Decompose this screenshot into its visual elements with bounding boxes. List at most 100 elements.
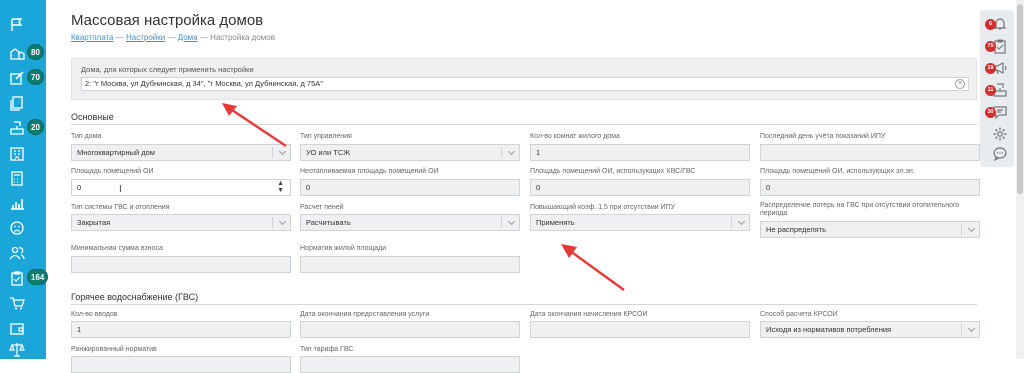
penalty-calc-select[interactable]: Расчитывать bbox=[300, 214, 520, 231]
tasks-icon bbox=[11, 271, 23, 286]
breadcrumb-houses[interactable]: Дома bbox=[178, 33, 198, 42]
loss-distribution-value: Не распределять bbox=[766, 225, 827, 234]
oi-area-water-label: Площадь помещений ОИ, использующих ХВС/Г… bbox=[530, 168, 696, 175]
houses-selector-input[interactable]: 2: "г Москва, ул Дубнинская, д 34", "г М… bbox=[81, 77, 969, 91]
loss-distribution-label: Распределение потерь на ГВС при отсутств… bbox=[760, 202, 960, 217]
gvs-system-type-select[interactable]: Закрытая bbox=[71, 214, 291, 231]
select-divider bbox=[961, 224, 962, 235]
cart-icon bbox=[10, 297, 25, 310]
users-icon bbox=[9, 246, 25, 260]
sidebar-item-tasks[interactable]: 164 bbox=[0, 265, 49, 291]
houses-selector-value: 2: "г Москва, ул Дубнинская, д 34", "г М… bbox=[85, 79, 323, 88]
documents-icon bbox=[10, 96, 23, 111]
inputs-count-label: Кол-во вводов bbox=[71, 311, 118, 318]
select-divider bbox=[272, 217, 273, 228]
chevron-down-icon bbox=[967, 324, 976, 333]
select-divider bbox=[731, 217, 732, 228]
left-sidebar: 80 70 20 164 bbox=[0, 0, 49, 362]
section-divider bbox=[71, 124, 977, 125]
settings-button[interactable] bbox=[992, 126, 1008, 142]
sidebar-item-houses[interactable]: 80 bbox=[0, 40, 46, 66]
oi-area-power-label: Площадь помещений ОИ, использующих эл.эн… bbox=[760, 168, 915, 175]
right-toolbar: 6 75 19 11 30 bbox=[980, 10, 1014, 167]
breadcrumb-kvartplata[interactable]: Квартплата bbox=[71, 33, 114, 42]
tariff-type-label: Тип тарифа ГВС bbox=[300, 346, 354, 353]
sidebar-item-complaints[interactable] bbox=[0, 215, 46, 241]
chevron-down-icon bbox=[507, 147, 516, 156]
support-chat-button[interactable] bbox=[992, 146, 1008, 162]
select-divider bbox=[961, 324, 962, 335]
edit-icon bbox=[10, 71, 24, 85]
living-area-norm-input[interactable] bbox=[300, 256, 520, 273]
spinner-icon[interactable]: ▲ ▼ bbox=[277, 180, 284, 194]
min-contribution-input[interactable] bbox=[71, 256, 291, 273]
chevron-down-icon bbox=[737, 217, 746, 226]
chevron-down-icon bbox=[507, 217, 516, 226]
sidebar-item-edit[interactable]: 70 bbox=[0, 65, 46, 91]
last-day-ipu-label: Последний день учёта показаний ИПУ bbox=[760, 133, 886, 140]
nonresidential-oi-area-input[interactable]: 0 bbox=[300, 179, 520, 196]
sad-face-icon bbox=[10, 221, 24, 235]
coef-no-ipu-label: Повышающий коэф. 1,5 при отсутствии ИПУ bbox=[530, 204, 676, 211]
main-content: Массовая настройка домов Квартплата — На… bbox=[46, 0, 980, 373]
house-type-value: Многоквартирный дом bbox=[77, 148, 155, 157]
announcements-badge: 19 bbox=[985, 63, 996, 74]
chevron-down-icon bbox=[278, 217, 287, 226]
sidebar-item-flag[interactable] bbox=[0, 12, 46, 38]
messages-badge: 30 bbox=[985, 107, 996, 118]
service-end-date-input[interactable] bbox=[300, 321, 520, 338]
support-chat-icon bbox=[993, 147, 1007, 162]
scrollbar-thumb[interactable] bbox=[1017, 4, 1023, 194]
krsoi-method-label: Способ расчета КРСОИ bbox=[760, 311, 838, 318]
management-type-select[interactable]: УО или ТСЖ bbox=[300, 144, 520, 161]
krsoi-method-value: Исходя из нормативов потребления bbox=[766, 325, 892, 334]
management-type-value: УО или ТСЖ bbox=[306, 148, 351, 157]
nonresidential-oi-area-label: Неотапливаемая площадь помещений ОИ bbox=[300, 168, 439, 175]
analytics-icon bbox=[11, 199, 24, 210]
breadcrumb-sep: — bbox=[167, 33, 176, 42]
last-day-ipu-input[interactable] bbox=[760, 144, 980, 161]
annotation-arrow-up bbox=[222, 103, 287, 147]
service-end-date-label: Дата окончания предоставления услуги bbox=[300, 311, 430, 318]
sidebar-item-users[interactable] bbox=[0, 240, 46, 266]
oi-area-label: Площадь помещений ОИ bbox=[71, 168, 154, 175]
section-divider bbox=[71, 304, 977, 305]
sidebar-houses-badge: 80 bbox=[27, 44, 44, 60]
sidebar-item-analytics[interactable] bbox=[0, 190, 46, 216]
house-type-label: Тип дома bbox=[71, 133, 102, 140]
oi-area-stepper[interactable]: 0 ▲ ▼ bbox=[71, 179, 291, 196]
oi-area-power-input[interactable]: 0 bbox=[760, 179, 980, 196]
krsoi-end-date-label: Дата окончания начисления КРСОИ bbox=[530, 311, 648, 318]
krsoi-method-select[interactable]: Исходя из нормативов потребления bbox=[760, 321, 980, 338]
inputs-count-input[interactable]: 1 bbox=[71, 321, 291, 338]
penalty-calc-label: Расчет пеней bbox=[300, 204, 344, 211]
sidebar-item-calculator[interactable] bbox=[0, 165, 46, 191]
sidebar-item-building[interactable] bbox=[0, 140, 46, 166]
page-title: Массовая настройка домов bbox=[71, 12, 264, 29]
sidebar-item-scales[interactable] bbox=[0, 336, 46, 362]
oi-area-water-input[interactable]: 0 bbox=[530, 179, 750, 196]
clipboard-badge: 75 bbox=[985, 41, 996, 52]
gvs-system-type-label: Тип системы ГВС и отопления bbox=[71, 204, 170, 211]
breadcrumb-current: Настройка домов bbox=[210, 33, 275, 42]
krsoi-end-date-input[interactable] bbox=[530, 321, 750, 338]
management-type-label: Тип управления bbox=[300, 133, 352, 140]
houses-selector-label: Дома, для которых следует применить наст… bbox=[81, 65, 254, 74]
gvs-system-type-value: Закрытая bbox=[77, 218, 111, 227]
breadcrumb-settings[interactable]: Настройки bbox=[126, 33, 165, 42]
text-cursor-icon: I bbox=[119, 184, 122, 195]
sidebar-item-cart[interactable] bbox=[0, 290, 46, 316]
select-divider bbox=[501, 217, 502, 228]
coef-no-ipu-value: Применять bbox=[536, 218, 575, 227]
page-scrollbar[interactable] bbox=[1016, 0, 1024, 359]
sidebar-item-documents[interactable] bbox=[0, 90, 46, 116]
loss-distribution-select[interactable]: Не распределять bbox=[760, 221, 980, 238]
sidebar-edit-badge: 70 bbox=[27, 69, 44, 85]
flag-icon bbox=[11, 18, 23, 31]
rooms-count-input[interactable]: 1 bbox=[530, 144, 750, 161]
sidebar-item-meters[interactable]: 20 bbox=[0, 115, 46, 141]
building-icon bbox=[10, 147, 24, 161]
gear-icon bbox=[993, 127, 1007, 141]
coef-no-ipu-select[interactable]: Применять bbox=[530, 214, 750, 231]
clear-icon[interactable]: × bbox=[955, 79, 965, 89]
